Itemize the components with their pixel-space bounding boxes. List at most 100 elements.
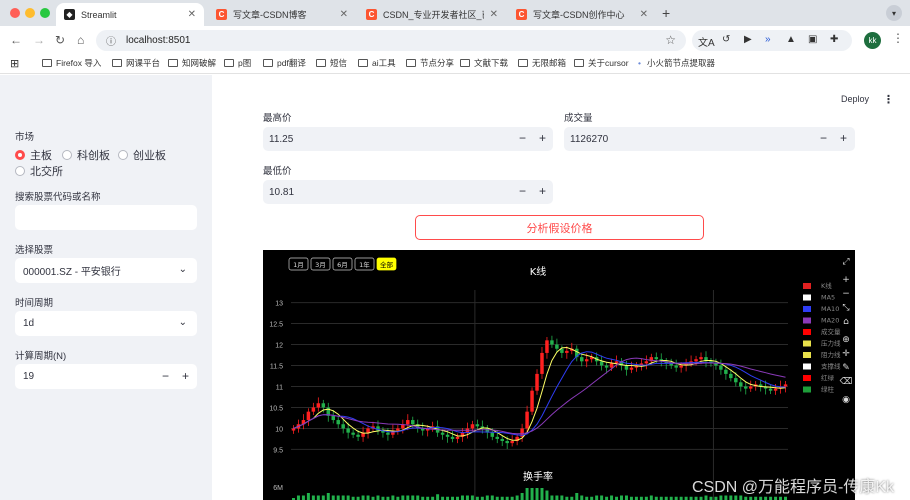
deploy-button[interactable]: Deploy: [841, 94, 869, 104]
period-select[interactable]: 1d ⌄: [15, 311, 197, 336]
folder-icon: [460, 59, 470, 67]
volume-bar: [311, 495, 315, 500]
increment-button[interactable]: +: [840, 131, 847, 145]
candle-body: [336, 420, 340, 425]
close-tab-icon[interactable]: ✕: [490, 9, 498, 20]
home-icon[interactable]: ⌂: [77, 33, 84, 47]
candle-body: [644, 361, 649, 364]
kline-chart[interactable]: 9.5 10 10.5 11 11.5 12 12.5 13 1月 3月 6月 1年 全部 K线 换手率 6M…: [263, 250, 855, 500]
bookmark-item[interactable]: • 小火箭节点提取器: [638, 57, 715, 69]
bookmark-item[interactable]: 网课平台: [112, 57, 160, 69]
folder-icon: [168, 59, 178, 67]
volume-bar: [326, 493, 330, 500]
radio-market-star[interactable]: 科创板: [62, 147, 110, 163]
fast-forward-icon[interactable]: »: [765, 34, 771, 45]
candle-body: [411, 420, 415, 425]
legend-swatch: [803, 386, 811, 393]
increment-button[interactable]: +: [182, 369, 189, 383]
back-icon[interactable]: ←: [10, 33, 22, 47]
close-tab-icon[interactable]: ✕: [188, 9, 196, 20]
new-tab-button[interactable]: +: [662, 5, 670, 21]
analyze-price-button[interactable]: 分析假设价格: [415, 215, 704, 240]
stock-select[interactable]: 000001.SZ - 平安银行 ⌄: [15, 258, 197, 283]
candle-body: [694, 359, 698, 362]
low-price-input[interactable]: 10.81 − +: [263, 180, 553, 204]
maximize-window-button[interactable]: [40, 8, 50, 18]
tab-csdn-community[interactable]: C CSDN_专业开发者社区_已接入 ✕: [358, 3, 506, 26]
stock-search-input[interactable]: [15, 205, 197, 230]
decrement-button[interactable]: −: [820, 131, 827, 145]
legend-swatch: [803, 340, 811, 347]
radio-market-main[interactable]: 主板: [15, 147, 52, 163]
close-window-button[interactable]: [10, 8, 20, 18]
tab-csdn-blog[interactable]: C 写文章-CSDN博客 ✕: [208, 3, 356, 26]
browser-menu-icon[interactable]: ⋮: [892, 31, 904, 45]
bookmark-item[interactable]: Firefox 导入: [42, 57, 101, 69]
minimize-window-button[interactable]: [25, 8, 35, 18]
candle-body: [440, 432, 445, 435]
increment-button[interactable]: +: [539, 131, 546, 145]
tab-search-button[interactable]: ▾: [886, 5, 902, 21]
volume-bar: [321, 495, 325, 500]
candle-body: [356, 434, 360, 437]
volume-bar: [530, 488, 534, 500]
forward-icon[interactable]: →: [33, 33, 45, 47]
refresh-ext-icon[interactable]: ↺: [722, 34, 730, 45]
volume-bar: [306, 493, 310, 500]
reload-icon[interactable]: ↻: [55, 33, 65, 47]
close-tab-icon[interactable]: ✕: [640, 9, 648, 20]
bookmark-item[interactable]: 文献下载: [460, 57, 508, 69]
legend-label: 支撑线: [821, 362, 841, 371]
radio-market-growth[interactable]: 创业板: [118, 147, 166, 163]
bookmark-item[interactable]: 节点分享: [406, 57, 454, 69]
bookmark-item[interactable]: p图: [224, 57, 251, 69]
high-price-input[interactable]: 11.25 − +: [263, 127, 553, 151]
bookmark-item[interactable]: pdf翻译: [263, 57, 306, 69]
drive-icon[interactable]: ▲: [786, 34, 796, 45]
calc-period-input[interactable]: 19: [15, 364, 197, 389]
apps-grid-icon[interactable]: ⊞: [10, 57, 19, 70]
csdn-icon: C: [516, 9, 527, 20]
volume-input[interactable]: 1126270 − +: [564, 127, 855, 151]
volume-bar: [391, 495, 395, 500]
profile-avatar[interactable]: kk: [864, 32, 881, 49]
volume-bar: [301, 495, 305, 500]
candle-body: [550, 340, 554, 345]
range-button-label: 6月: [337, 261, 348, 269]
bookmark-item[interactable]: ai工具: [358, 57, 396, 69]
volume-bar: [470, 495, 474, 500]
candle-body: [346, 428, 350, 433]
bookmark-star-icon[interactable]: ☆: [665, 33, 676, 47]
puzzle-icon[interactable]: ✚: [830, 34, 838, 45]
tab-csdn-creator[interactable]: C 写文章-CSDN创作中心 ✕: [508, 3, 656, 26]
candle-body: [719, 365, 723, 370]
translate-icon[interactable]: 文A: [698, 34, 715, 49]
site-info-icon[interactable]: ⓘ: [106, 33, 116, 48]
low-price-label: 最低价: [263, 166, 292, 177]
radio-market-beijing[interactable]: 北交所: [15, 163, 63, 179]
decrement-button[interactable]: −: [162, 369, 169, 383]
main-menu-icon[interactable]: ⋮: [883, 93, 894, 106]
decrement-button[interactable]: −: [519, 184, 526, 198]
extension-box-icon[interactable]: ▣: [808, 34, 817, 45]
y-tick-label: 13: [275, 301, 283, 308]
bookmark-item[interactable]: 无限邮箱: [518, 57, 566, 69]
close-tab-icon[interactable]: ✕: [340, 9, 348, 20]
y-tick-label: 9.5: [273, 447, 283, 454]
y-tick-label: 11: [276, 384, 283, 391]
play-icon[interactable]: ▶: [744, 34, 752, 45]
bookmark-item[interactable]: 短信: [316, 57, 347, 69]
candle-body: [291, 428, 296, 431]
candle-body: [744, 386, 748, 389]
candle-body: [783, 384, 788, 387]
volume-bar: [296, 495, 300, 500]
tab-streamlit[interactable]: ◆ Streamlit ✕: [56, 3, 204, 26]
volume-bar: [525, 488, 529, 500]
bookmark-item[interactable]: 关于cursor: [574, 57, 629, 69]
address-bar[interactable]: ⓘ localhost:8501 ☆: [96, 30, 686, 51]
volume-bar: [485, 495, 489, 500]
legend-swatch: [803, 329, 811, 335]
increment-button[interactable]: +: [539, 184, 546, 198]
bookmark-item[interactable]: 知网破解: [168, 57, 216, 69]
decrement-button[interactable]: −: [519, 131, 526, 145]
